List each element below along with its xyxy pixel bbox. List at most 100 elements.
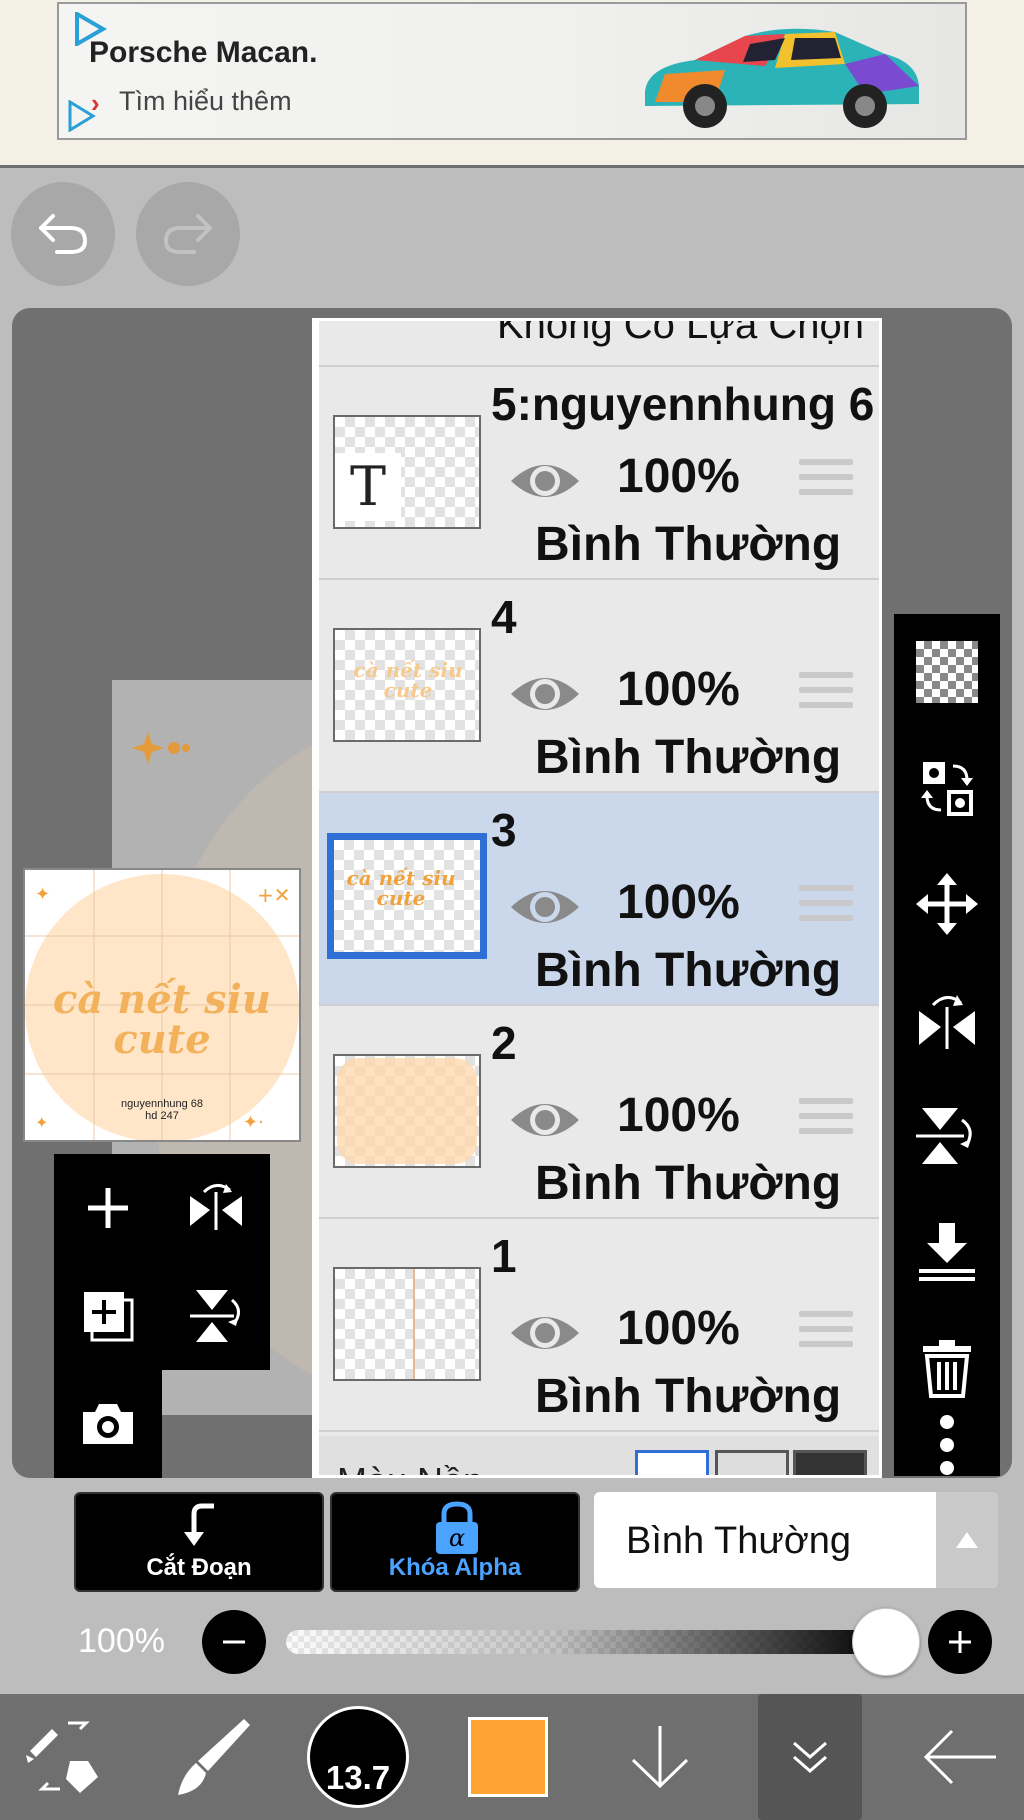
layer-row-1[interactable]: 1 100% Bình Thường: [319, 1219, 879, 1432]
more-options-button[interactable]: [894, 1414, 1000, 1476]
opacity-value: 100%: [78, 1622, 165, 1660]
background-color-row[interactable]: Màu Nền: [319, 1436, 879, 1475]
swap-button[interactable]: [894, 730, 1000, 846]
visibility-eye-icon[interactable]: [507, 881, 583, 933]
flip-horizontal-icon: [190, 1184, 242, 1230]
double-chevron-down-icon: [793, 1741, 827, 1773]
color-picker-button[interactable]: [448, 1694, 568, 1820]
layer-name: 4: [491, 591, 517, 643]
add-layer-button[interactable]: [54, 1154, 162, 1262]
layer-opacity: 100%: [617, 1089, 740, 1142]
camera-icon: [83, 1404, 133, 1444]
flip-horizontal-tool-button[interactable]: [894, 962, 1000, 1078]
ad-chevron-icon: ›: [91, 88, 100, 118]
drag-handle-icon[interactable]: [799, 459, 853, 504]
preview-credit-line2: hd 247: [145, 1110, 179, 1122]
drag-handle-icon[interactable]: [799, 1098, 853, 1143]
drag-handle-icon[interactable]: [799, 885, 853, 930]
thumbnail-lettering: cà nết siu cute: [346, 866, 456, 910]
merge-down-button[interactable]: [894, 1194, 1000, 1310]
canvas-preview[interactable]: ✦ +✕ ✦ ✦· cà nết siu cute nguyennhung 68…: [23, 868, 301, 1142]
alpha-lock-label: Khóa Alpha: [388, 1554, 522, 1581]
redo-button[interactable]: [136, 182, 240, 286]
brush-eraser-swap-icon: [26, 1721, 98, 1793]
clipping-icon: [184, 1503, 214, 1546]
layers-panel[interactable]: Không Có Lựa Chọn T 5:nguyennhung 6 100%…: [312, 318, 882, 1478]
car-image: [645, 28, 919, 128]
arrow-left-icon: [923, 1729, 996, 1785]
plus-icon: [949, 1631, 971, 1653]
visibility-eye-icon[interactable]: [507, 668, 583, 720]
bg-checker-swatch[interactable]: [715, 1450, 789, 1475]
camera-button[interactable]: [54, 1370, 162, 1478]
redo-icon: [163, 214, 212, 254]
delete-layer-button[interactable]: [894, 1310, 1000, 1426]
alpha-lock-button[interactable]: α Khóa Alpha: [330, 1492, 580, 1592]
transparency-button[interactable]: [894, 614, 1000, 730]
move-button[interactable]: [894, 846, 1000, 962]
visibility-eye-icon[interactable]: [507, 1307, 583, 1359]
layer-name: 3: [491, 804, 517, 856]
clipping-button[interactable]: Cắt Đoạn: [74, 1492, 324, 1592]
brush-tool-button[interactable]: [150, 1694, 270, 1820]
svg-text:✦: ✦: [35, 884, 50, 905]
flip-vertical-icon: [190, 1290, 240, 1342]
tool-switch-button[interactable]: [4, 1694, 124, 1820]
layer-opacity: 100%: [617, 876, 740, 929]
blend-mode-select[interactable]: Bình Thường: [594, 1492, 998, 1588]
bg-white-swatch[interactable]: [635, 1450, 709, 1475]
triangle-up-icon: [956, 1532, 978, 1548]
ad-learn-more[interactable]: Tìm hiểu thêm: [119, 86, 292, 117]
preview-credit-line1: nguyennhung 68: [121, 1098, 203, 1110]
layer-row-2[interactable]: 2 100% Bình Thường: [319, 1006, 879, 1219]
brush-size-button[interactable]: 13.7: [298, 1694, 418, 1820]
opacity-increase-button[interactable]: [928, 1610, 992, 1674]
layer-row-3[interactable]: cà nết siu cute 3 100% Bình Thường: [319, 793, 879, 1006]
visibility-eye-icon[interactable]: [507, 455, 583, 507]
flip-vertical-tool-button[interactable]: [894, 1078, 1000, 1194]
flip-horizontal-button[interactable]: [162, 1154, 270, 1262]
layer-thumbnail: cà nết siu cute: [333, 628, 481, 742]
opacity-decrease-button[interactable]: [202, 1610, 266, 1674]
layer-blend-mode: Bình Thường: [535, 1157, 842, 1210]
text-layer-glyph: T: [335, 453, 401, 521]
layer-row-4[interactable]: cà nết siu cute 4 100% Bình Thường: [319, 580, 879, 793]
add-copy-layer-button[interactable]: [54, 1262, 162, 1370]
move-layer-down-button[interactable]: [600, 1694, 720, 1820]
layers-toggle-button[interactable]: [758, 1694, 862, 1820]
layer-blend-mode: Bình Thường: [535, 518, 842, 571]
primary-color-swatch: [468, 1717, 548, 1797]
selection-header[interactable]: Không Có Lựa Chọn: [319, 321, 879, 367]
clipping-label: Cắt Đoạn: [146, 1554, 252, 1581]
checkerboard-icon: [916, 641, 978, 703]
brush-icon: [178, 1719, 250, 1795]
ad-title: Porsche Macan.: [89, 36, 318, 69]
layer-blend-mode: Bình Thường: [535, 1370, 842, 1423]
drag-handle-icon[interactable]: [799, 672, 853, 717]
thumbnail-lettering: cà nết siu cute: [353, 658, 463, 702]
selection-header-label: Không Có Lựa Chọn: [497, 321, 865, 347]
drag-handle-icon[interactable]: [799, 1311, 853, 1356]
opacity-slider-row: 100%: [0, 1600, 1024, 1686]
arrow-down-icon: [631, 1726, 689, 1789]
layer-opacity: 100%: [617, 663, 740, 716]
blend-mode-arrow[interactable]: [936, 1492, 998, 1588]
blend-mode-value: Bình Thường: [626, 1520, 852, 1562]
ad-strip: Porsche Macan. › Tìm hiểu thêm: [0, 0, 1024, 168]
flip-vertical-button[interactable]: [162, 1262, 270, 1370]
back-button[interactable]: [900, 1694, 1020, 1820]
canvas-sparkle-icon: [132, 732, 190, 764]
opacity-slider-track[interactable]: [286, 1630, 886, 1654]
opacity-slider-thumb[interactable]: [852, 1608, 920, 1676]
flip-horizontal-icon: [919, 995, 975, 1049]
layer-thumbnail: [333, 1054, 481, 1168]
ad-banner[interactable]: Porsche Macan. › Tìm hiểu thêm: [57, 2, 967, 140]
trash-icon: [923, 1340, 971, 1398]
layer-row-5[interactable]: T 5:nguyennhung 6 100% Bình Thường: [319, 367, 879, 580]
undo-button[interactable]: [11, 182, 115, 286]
right-toolbar: [894, 614, 1000, 1476]
preview-credit: nguyennhung 68 hd 247: [25, 1098, 299, 1122]
bottom-toolbar: 13.7: [0, 1694, 1024, 1820]
bg-dark-swatch[interactable]: [793, 1450, 867, 1475]
visibility-eye-icon[interactable]: [507, 1094, 583, 1146]
